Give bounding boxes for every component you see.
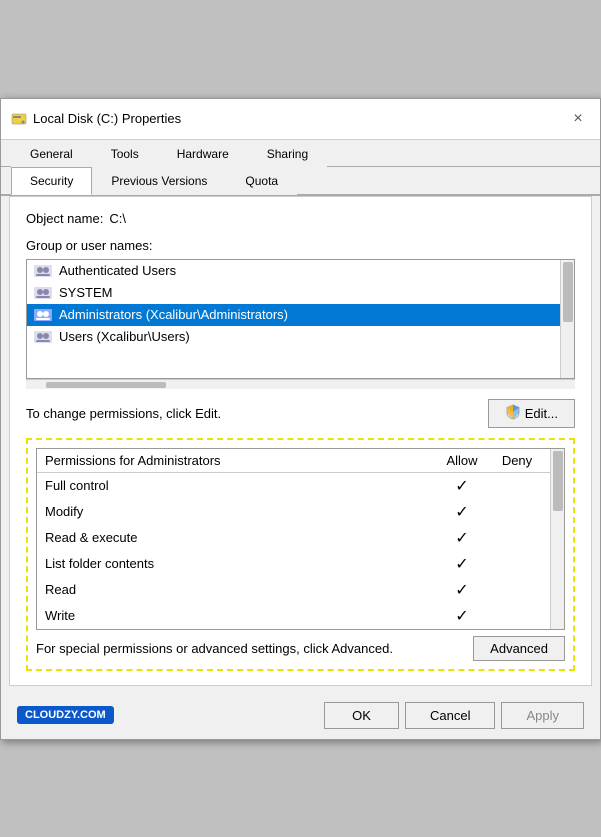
perm-name-listfolder: List folder contents bbox=[45, 556, 432, 571]
edit-button-label: Edit... bbox=[525, 406, 558, 421]
perm-row-modify: Modify ✓ bbox=[37, 499, 550, 525]
perm-allow-write: ✓ bbox=[432, 606, 492, 626]
perm-name-read: Read bbox=[45, 582, 432, 597]
change-permissions-text: To change permissions, click Edit. bbox=[26, 406, 221, 421]
object-name-row: Object name: C:\ bbox=[26, 211, 575, 226]
tab-hardware[interactable]: Hardware bbox=[158, 140, 248, 167]
tab-previous-versions[interactable]: Previous Versions bbox=[92, 167, 226, 195]
user-icon-authenticated bbox=[33, 263, 53, 279]
user-item-authenticated[interactable]: Authenticated Users bbox=[27, 260, 574, 282]
advanced-text: For special permissions or advanced sett… bbox=[36, 641, 393, 656]
window-title: Local Disk (C:) Properties bbox=[33, 111, 181, 126]
user-icon-system bbox=[33, 285, 53, 301]
user-item-system[interactable]: SYSTEM bbox=[27, 282, 574, 304]
cloudzy-badge: CLOUDZY.COM bbox=[17, 706, 114, 724]
perm-allow-read: ✓ bbox=[432, 580, 492, 600]
perm-allow-readexecute: ✓ bbox=[432, 528, 492, 548]
perm-header-allow: Allow bbox=[432, 453, 492, 468]
perm-row-read: Read ✓ bbox=[37, 577, 550, 603]
horiz-thumb bbox=[46, 382, 166, 388]
user-name-users: Users (Xcalibur\Users) bbox=[59, 329, 190, 344]
users-list-wrapper: Authenticated Users SYSTEM Administrator… bbox=[26, 259, 575, 389]
horizontal-scroll[interactable] bbox=[26, 379, 575, 389]
perm-header-name: Permissions for Administrators bbox=[45, 453, 432, 468]
perm-allow-fullcontrol: ✓ bbox=[432, 476, 492, 496]
user-name-authenticated: Authenticated Users bbox=[59, 263, 176, 278]
users-list[interactable]: Authenticated Users SYSTEM Administrator… bbox=[26, 259, 575, 379]
permissions-table: Permissions for Administrators Allow Den… bbox=[36, 448, 565, 630]
footer: CLOUDZY.COM OK Cancel Apply bbox=[1, 694, 600, 739]
perm-scrollbar[interactable] bbox=[550, 449, 564, 629]
user-name-system: SYSTEM bbox=[59, 285, 112, 300]
tab-quota[interactable]: Quota bbox=[226, 167, 297, 195]
perm-header: Permissions for Administrators Allow Den… bbox=[37, 449, 550, 473]
users-list-inner: Authenticated Users SYSTEM Administrator… bbox=[27, 260, 574, 348]
content-area: Object name: C:\ Group or user names: Au… bbox=[9, 196, 592, 686]
properties-window: Local Disk (C:) Properties × General Too… bbox=[0, 98, 601, 740]
scrollbar-thumb bbox=[563, 262, 573, 322]
perm-row-write: Write ✓ bbox=[37, 603, 550, 629]
perm-name-readexecute: Read & execute bbox=[45, 530, 432, 545]
perm-name-fullcontrol: Full control bbox=[45, 478, 432, 493]
title-bar: Local Disk (C:) Properties × bbox=[1, 99, 600, 140]
perm-rows-wrap: Permissions for Administrators Allow Den… bbox=[37, 449, 550, 629]
perm-row-fullcontrol: Full control ✓ bbox=[37, 473, 550, 499]
perm-row-readexecute: Read & execute ✓ bbox=[37, 525, 550, 551]
tab-sharing[interactable]: Sharing bbox=[248, 140, 327, 167]
object-name-value: C:\ bbox=[109, 211, 126, 226]
edit-shield-icon bbox=[505, 404, 521, 423]
drive-icon bbox=[11, 111, 27, 127]
apply-button[interactable]: Apply bbox=[501, 702, 584, 729]
edit-row: To change permissions, click Edit. Edit.… bbox=[26, 399, 575, 428]
object-name-label: Object name: bbox=[26, 211, 103, 226]
edit-button[interactable]: Edit... bbox=[488, 399, 575, 428]
group-label: Group or user names: bbox=[26, 238, 575, 253]
tabs-row2: Security Previous Versions Quota bbox=[1, 167, 600, 196]
perm-name-modify: Modify bbox=[45, 504, 432, 519]
user-icon-administrators bbox=[33, 307, 53, 323]
tabs-row1: General Tools Hardware Sharing bbox=[1, 140, 600, 167]
ok-button[interactable]: OK bbox=[324, 702, 399, 729]
user-item-administrators[interactable]: Administrators (Xcalibur\Administrators) bbox=[27, 304, 574, 326]
perm-name-write: Write bbox=[45, 608, 432, 623]
user-item-users[interactable]: Users (Xcalibur\Users) bbox=[27, 326, 574, 348]
close-button[interactable]: × bbox=[566, 107, 590, 131]
user-icon-users bbox=[33, 329, 53, 345]
title-bar-left: Local Disk (C:) Properties bbox=[11, 111, 181, 127]
tab-security[interactable]: Security bbox=[11, 167, 92, 195]
scrollbar[interactable] bbox=[560, 260, 574, 378]
perm-allow-listfolder: ✓ bbox=[432, 554, 492, 574]
user-name-administrators: Administrators (Xcalibur\Administrators) bbox=[59, 307, 288, 322]
perm-scrollbar-thumb bbox=[553, 451, 563, 511]
perm-header-deny: Deny bbox=[492, 453, 542, 468]
tab-general[interactable]: General bbox=[11, 140, 92, 167]
tab-tools[interactable]: Tools bbox=[92, 140, 158, 167]
cancel-button[interactable]: Cancel bbox=[405, 702, 495, 729]
perm-allow-modify: ✓ bbox=[432, 502, 492, 522]
permissions-section: Permissions for Administrators Allow Den… bbox=[26, 438, 575, 671]
perm-row-listfolder: List folder contents ✓ bbox=[37, 551, 550, 577]
advanced-button[interactable]: Advanced bbox=[473, 636, 565, 661]
advanced-row: For special permissions or advanced sett… bbox=[36, 636, 565, 661]
